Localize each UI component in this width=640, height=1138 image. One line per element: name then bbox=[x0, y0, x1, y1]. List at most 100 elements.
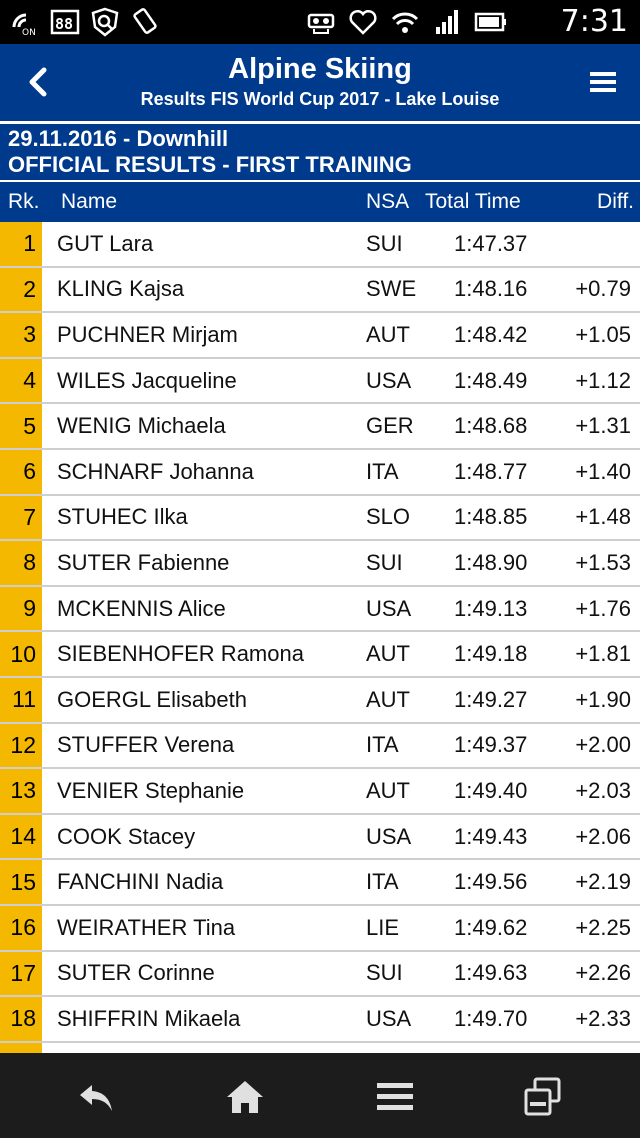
time-diff: +1.90 bbox=[575, 686, 631, 712]
total-time: 1:49.43 bbox=[454, 823, 528, 849]
athlete-name: SUTER Fabienne bbox=[57, 549, 230, 575]
total-time: 1:49.18 bbox=[454, 641, 528, 667]
event-info: 29.11.2016 - Downhill OFFICIAL RESULTS -… bbox=[0, 124, 640, 180]
athlete-nsa: SUI bbox=[366, 549, 403, 575]
time-diff: +2.19 bbox=[575, 869, 631, 895]
total-time: 1:49.37 bbox=[454, 732, 528, 758]
rank-cell: 7 bbox=[0, 495, 42, 540]
time-diff: +0.79 bbox=[575, 276, 631, 302]
rank-cell: 17 bbox=[0, 951, 42, 996]
results-list: 1 GUT Lara SUI 1:47.37 2 KLING Kajsa SWE 1:48.1… bbox=[0, 222, 640, 1043]
table-row[interactable]: 8 SUTER Fabienne SUI 1:48.90 +1.53 bbox=[0, 541, 640, 587]
athlete-name: WEIRATHER Tina bbox=[57, 914, 236, 940]
rank-cell: 9 bbox=[0, 586, 42, 631]
athlete-nsa: AUT bbox=[366, 641, 410, 667]
back-arrow-icon[interactable] bbox=[74, 1075, 118, 1119]
rank-cell: 5 bbox=[0, 404, 42, 448]
total-time: 1:49.27 bbox=[454, 686, 528, 712]
time-diff: +2.26 bbox=[575, 960, 631, 986]
rank-cell: 3 bbox=[0, 313, 42, 357]
rank-cell bbox=[0, 1043, 42, 1053]
col-diff: Diff. bbox=[597, 190, 634, 213]
table-row[interactable]: 3 PUCHNER Mirjam AUT 1:48.42 +1.05 bbox=[0, 313, 640, 359]
athlete-nsa: LIE bbox=[366, 914, 400, 940]
athlete-nsa: USA bbox=[366, 595, 412, 621]
time-diff: +2.33 bbox=[575, 1005, 631, 1031]
table-header: Rk. Name NSA Total Time Diff. bbox=[0, 182, 640, 222]
recent-apps-icon[interactable] bbox=[521, 1075, 565, 1119]
table-row[interactable]: 6 SCHNARF Johanna ITA 1:48.77 +1.40 bbox=[0, 449, 640, 496]
rank-cell: 16 bbox=[0, 905, 42, 950]
table-row[interactable]: 11 GOERGL Elisabeth AUT 1:49.27 +1.90 bbox=[0, 677, 640, 724]
table-row[interactable]: 7 STUHEC Ilka SLO 1:48.85 +1.48 bbox=[0, 495, 640, 542]
time-diff: +1.12 bbox=[575, 367, 631, 393]
athlete-nsa: SLO bbox=[366, 504, 411, 530]
col-total-time: Total Time bbox=[425, 190, 521, 213]
athlete-name: STUFFER Verena bbox=[57, 732, 235, 758]
athlete-nsa: USA bbox=[366, 1005, 412, 1031]
col-name: Name bbox=[61, 190, 118, 213]
rank-cell: 18 bbox=[0, 997, 42, 1041]
event-date: 29.11.2016 - Downhill bbox=[8, 126, 229, 151]
wifi-icon bbox=[391, 12, 419, 33]
total-time: 1:49.70 bbox=[454, 1005, 528, 1031]
time-diff: +1.40 bbox=[575, 458, 631, 484]
rank-cell: 6 bbox=[0, 449, 42, 494]
time-diff: +1.81 bbox=[575, 641, 631, 667]
table-row[interactable]: 10 SIEBENHOFER Ramona AUT 1:49.18 +1.81 bbox=[0, 632, 640, 678]
total-time: 1:48.77 bbox=[454, 458, 528, 484]
athlete-nsa: USA bbox=[366, 823, 412, 849]
rank-cell: 12 bbox=[0, 723, 42, 768]
table-row[interactable]: 1 GUT Lara SUI 1:47.37 bbox=[0, 222, 640, 268]
table-row[interactable]: 18 SHIFFRIN Mikaela USA 1:49.70 +2.33 bbox=[0, 997, 640, 1043]
rank-cell: 11 bbox=[0, 677, 42, 722]
table-row[interactable]: 12 STUFFER Verena ITA 1:49.37 +2.00 bbox=[0, 723, 640, 770]
time-diff: +2.06 bbox=[575, 823, 631, 849]
athlete-name: SIEBENHOFER Ramona bbox=[57, 641, 304, 667]
home-icon[interactable] bbox=[223, 1075, 267, 1119]
table-row[interactable]: 13 VENIER Stephanie AUT 1:49.40 +2.03 bbox=[0, 769, 640, 815]
athlete-name: GUT Lara bbox=[57, 230, 154, 256]
table-row[interactable]: 15 FANCHINI Nadia ITA 1:49.56 +2.19 bbox=[0, 860, 640, 906]
athlete-name: KLING Kajsa bbox=[57, 276, 185, 302]
table-row[interactable]: 5 WENIG Michaela GER 1:48.68 +1.31 bbox=[0, 404, 640, 450]
total-time: 1:48.90 bbox=[454, 549, 528, 575]
clock: 7:31 bbox=[560, 4, 628, 39]
athlete-nsa: SUI bbox=[366, 230, 403, 256]
rank-cell: 4 bbox=[0, 358, 42, 403]
table-row[interactable]: 9 MCKENNIS Alice USA 1:49.13 +1.76 bbox=[0, 586, 640, 633]
athlete-nsa: USA bbox=[366, 367, 412, 393]
time-diff: +2.00 bbox=[575, 732, 631, 758]
table-row[interactable]: 14 COOK Stacey USA 1:49.43 +2.06 bbox=[0, 814, 640, 861]
hamburger-menu-icon[interactable] bbox=[588, 66, 618, 96]
table-row[interactable]: 16 WEIRATHER Tina LIE 1:49.62 +2.25 bbox=[0, 905, 640, 952]
total-time: 1:48.42 bbox=[454, 321, 528, 347]
athlete-nsa: SWE bbox=[366, 276, 417, 302]
rank-cell: 13 bbox=[0, 769, 42, 813]
sim-88-icon: 88 bbox=[50, 9, 80, 35]
svg-text:88: 88 bbox=[55, 15, 73, 33]
app-title: Alpine Skiing bbox=[228, 53, 412, 85]
menu-lines-icon[interactable] bbox=[373, 1075, 417, 1119]
phone-tilt-icon bbox=[133, 8, 157, 34]
status-bar: ON 88 7:31 bbox=[0, 0, 640, 44]
athlete-name: STUHEC Ilka bbox=[57, 504, 188, 530]
col-rank: Rk. bbox=[8, 190, 40, 213]
rank-cell: 15 bbox=[0, 860, 42, 904]
app-subtitle: Results FIS World Cup 2017 - Lake Louise bbox=[140, 89, 500, 109]
total-time: 1:48.16 bbox=[454, 276, 528, 302]
time-diff: +1.05 bbox=[575, 321, 631, 347]
table-row[interactable]: 2 KLING Kajsa SWE 1:48.16 +0.79 bbox=[0, 267, 640, 314]
athlete-name: PUCHNER Mirjam bbox=[57, 321, 238, 347]
signal-on-icon: ON bbox=[12, 13, 36, 37]
total-time: 1:49.63 bbox=[454, 960, 528, 986]
system-nav-bar bbox=[0, 1053, 640, 1138]
athlete-name: FANCHINI Nadia bbox=[57, 869, 224, 895]
rank-cell: 14 bbox=[0, 814, 42, 859]
time-diff: +1.53 bbox=[575, 549, 631, 575]
athlete-name: WILES Jacqueline bbox=[57, 367, 237, 393]
total-time: 1:49.13 bbox=[454, 595, 528, 621]
rank-cell: 8 bbox=[0, 541, 42, 585]
table-row[interactable]: 4 WILES Jacqueline USA 1:48.49 +1.12 bbox=[0, 358, 640, 405]
table-row[interactable]: 17 SUTER Corinne SUI 1:49.63 +2.26 bbox=[0, 951, 640, 998]
